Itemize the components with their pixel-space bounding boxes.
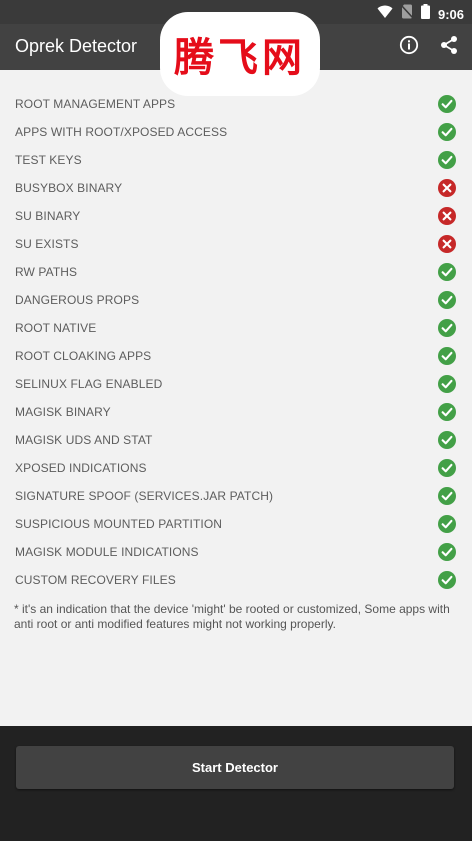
check-row: MAGISK MODULE INDICATIONS xyxy=(0,538,472,566)
info-icon xyxy=(399,35,419,60)
check-label: SU BINARY xyxy=(15,209,81,223)
screen: 9:06 Oprek Detector 腾飞网 ROOT MANAGEMENT … xyxy=(0,0,472,841)
check-label: XPOSED INDICATIONS xyxy=(15,461,147,475)
check-label: SELINUX FLAG ENABLED xyxy=(15,377,163,391)
app-bar: Oprek Detector 腾飞网 xyxy=(0,12,472,96)
check-row: BUSYBOX BINARY xyxy=(0,174,472,202)
check-pass-icon xyxy=(438,347,456,365)
check-label: APPS WITH ROOT/XPOSED ACCESS xyxy=(15,125,228,139)
check-pass-icon xyxy=(438,487,456,505)
check-pass-icon xyxy=(438,403,456,421)
check-label: RW PATHS xyxy=(15,265,78,279)
check-row: CUSTOM RECOVERY FILES xyxy=(0,566,472,594)
bottom-bar: Start Detector xyxy=(0,726,472,841)
clock: 9:06 xyxy=(437,6,464,22)
check-row: SUSPICIOUS MOUNTED PARTITION xyxy=(0,510,472,538)
check-label: ROOT MANAGEMENT APPS xyxy=(15,97,176,111)
check-row: MAGISK UDS AND STAT xyxy=(0,426,472,454)
check-pass-icon xyxy=(438,291,456,309)
check-pass-icon xyxy=(438,459,456,477)
footnote: * it's an indication that the device 'mi… xyxy=(14,602,450,631)
check-pass-icon xyxy=(438,431,456,449)
check-row: TEST KEYS xyxy=(0,146,472,174)
check-label: MAGISK UDS AND STAT xyxy=(15,433,153,447)
check-row: XPOSED INDICATIONS xyxy=(0,454,472,482)
check-pass-icon xyxy=(438,151,456,169)
check-row: SU BINARY xyxy=(0,202,472,230)
check-row: SELINUX FLAG ENABLED xyxy=(0,370,472,398)
check-label: MAGISK MODULE INDICATIONS xyxy=(15,545,199,559)
check-fail-icon xyxy=(438,235,456,253)
check-row: APPS WITH ROOT/XPOSED ACCESS xyxy=(0,118,472,146)
wifi-icon xyxy=(377,5,393,24)
no-sim-icon xyxy=(400,4,414,24)
check-row: MAGISK BINARY xyxy=(0,398,472,426)
check-pass-icon xyxy=(438,375,456,393)
check-label: SU EXISTS xyxy=(15,237,79,251)
check-fail-icon xyxy=(438,207,456,225)
check-label: ROOT CLOAKING APPS xyxy=(15,349,152,363)
app-title: Oprek Detector xyxy=(15,36,138,56)
check-row: ROOT CLOAKING APPS xyxy=(0,342,472,370)
check-row: DANGEROUS PROPS xyxy=(0,286,472,314)
check-pass-icon xyxy=(438,263,456,281)
check-row: RW PATHS xyxy=(0,258,472,286)
check-row: SU EXISTS xyxy=(0,230,472,258)
check-label: ROOT NATIVE xyxy=(15,321,97,335)
check-label: SUSPICIOUS MOUNTED PARTITION xyxy=(15,517,223,531)
check-row: ROOT NATIVE xyxy=(0,314,472,342)
share-icon xyxy=(439,35,459,60)
check-pass-icon xyxy=(438,543,456,561)
check-pass-icon xyxy=(438,571,456,589)
check-label: SIGNATURE SPOOF (SERVICES.JAR PATCH) xyxy=(15,489,274,503)
check-pass-icon xyxy=(438,95,456,113)
check-row: ROOT MANAGEMENT APPS xyxy=(0,90,472,118)
check-pass-icon xyxy=(438,319,456,337)
check-label: TEST KEYS xyxy=(15,153,82,167)
check-list: ROOT MANAGEMENT APPS APPS WITH ROOT/XPOSE… xyxy=(0,90,472,594)
start-detector-button[interactable]: Start Detector xyxy=(16,746,454,789)
check-pass-icon xyxy=(438,515,456,533)
check-label: BUSYBOX BINARY xyxy=(15,181,123,195)
check-fail-icon xyxy=(438,179,456,197)
check-pass-icon xyxy=(438,123,456,141)
check-label: CUSTOM RECOVERY FILES xyxy=(15,573,176,587)
info-button[interactable] xyxy=(398,35,420,60)
battery-icon xyxy=(420,4,430,24)
share-button[interactable] xyxy=(438,35,460,60)
watermark-logo: 腾飞网 xyxy=(160,12,320,96)
check-label: MAGISK BINARY xyxy=(15,405,111,419)
check-label: DANGEROUS PROPS xyxy=(15,293,140,307)
check-row: SIGNATURE SPOOF (SERVICES.JAR PATCH) xyxy=(0,482,472,510)
